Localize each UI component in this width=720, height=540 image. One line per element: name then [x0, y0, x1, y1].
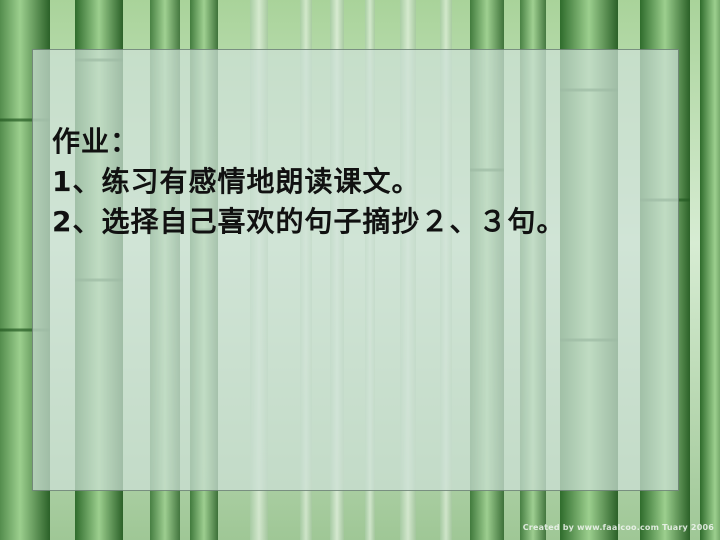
- heading: 作业：: [52, 125, 140, 158]
- homework-item-1: 1、练习有感情地朗读课文。: [52, 165, 421, 198]
- slide-text: 作业： 1、练习有感情地朗读课文。 2、选择自己喜欢的句子摘抄２、３句。: [52, 122, 692, 242]
- homework-item-2: 2、选择自己喜欢的句子摘抄２、３句。: [52, 205, 566, 238]
- credit-watermark: Created by www.faalcoo.com Tuary 2006: [522, 523, 714, 532]
- content-panel: [32, 49, 679, 491]
